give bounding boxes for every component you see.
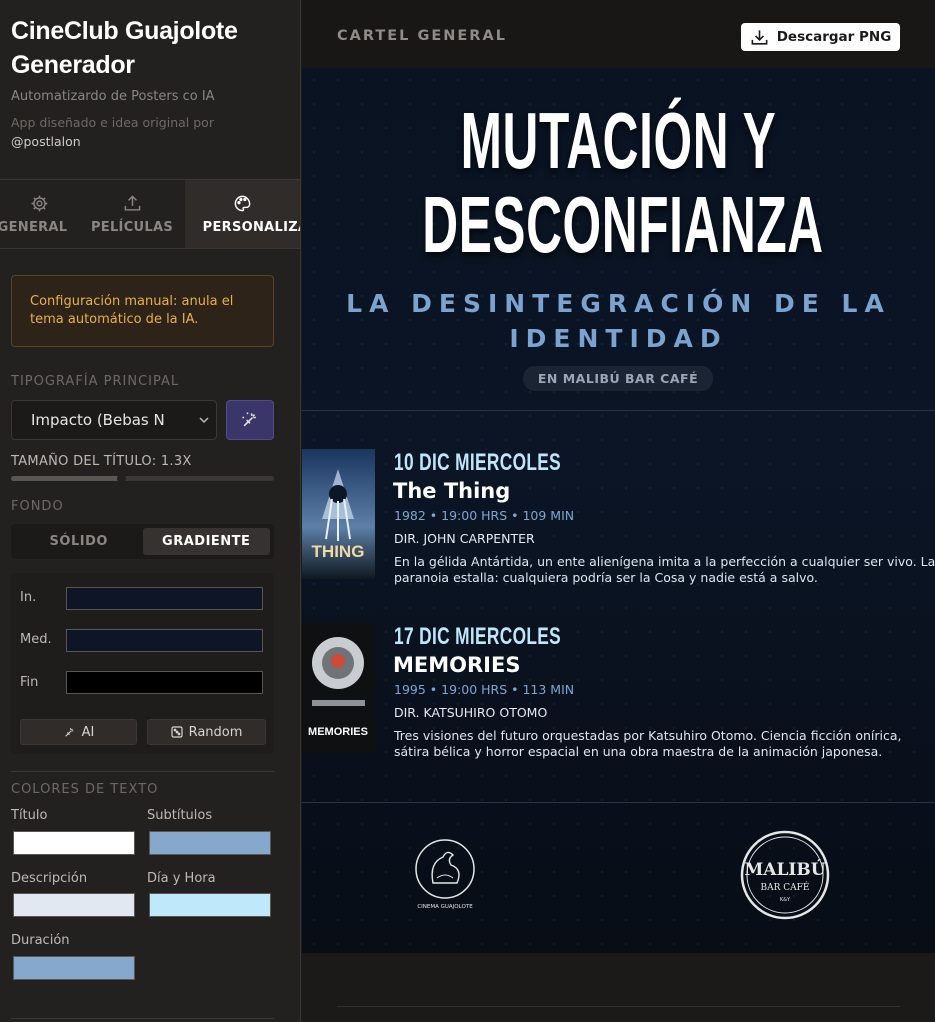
font-select-value: Impacto (Bebas N — [31, 411, 165, 429]
film-date: 10 DIC MIERCOLES — [394, 449, 562, 476]
film-director: DIR. KATSUHIRO OTOMO — [394, 705, 548, 720]
section-divider — [11, 771, 274, 772]
ai-font-button[interactable] — [226, 400, 274, 440]
description-color-swatch[interactable] — [13, 893, 135, 917]
palette-icon — [234, 195, 251, 211]
film-director: DIR. JOHN CARPENTER — [394, 531, 535, 546]
tab-general[interactable]: GENERAL — [0, 180, 79, 248]
main-area: CARTEL GENERAL Descargar PNG MUTACIÓN Y … — [302, 0, 935, 1022]
film-poster-thumbnail: THING — [302, 449, 375, 579]
dice-icon — [170, 726, 183, 738]
film-meta: 1982 • 19:00 HRS • 109 MIN — [394, 508, 575, 523]
section-divider — [11, 1018, 274, 1019]
bg-solid-option[interactable]: SÓLIDO — [15, 528, 143, 555]
tab-peliculas[interactable]: PELÍCULAS — [79, 180, 185, 248]
app-window: CineClub Guajolote Generador Automatizard… — [0, 0, 935, 1022]
font-select[interactable]: Impacto (Bebas N — [11, 400, 217, 440]
title-size-slider[interactable] — [11, 474, 274, 483]
poster-divider — [302, 410, 935, 411]
film-entry: MEMORIES 17 DIC MIERCOLES MEMORIES 1995 … — [302, 623, 935, 763]
app-credit: App diseñado e idea original por @postla… — [11, 113, 289, 151]
manual-config-notice: Configuración manual: anula el tema auto… — [11, 275, 274, 347]
title-size-label: TAMAÑO DEL TÍTULO: 1.3X — [11, 454, 192, 469]
film-title: MEMORIES — [393, 653, 521, 677]
preview-topbar: CARTEL GENERAL Descargar PNG — [302, 0, 935, 68]
film-date: 17 DIC MIERCOLES — [394, 623, 562, 650]
tab-personaliza-label: PERSONALIZA — [202, 219, 300, 235]
gradient-end-label: Fin — [20, 675, 39, 690]
poster-venue-badge: EN MALIBÚ BAR CAFÉ — [523, 366, 713, 391]
app-title: CineClub Guajolote Generador — [11, 17, 238, 79]
datetime-color-label: Día y Hora — [147, 871, 216, 886]
film-poster-thumbnail: MEMORIES — [302, 623, 375, 753]
title-color-swatch[interactable] — [13, 831, 135, 855]
download-icon — [751, 29, 768, 45]
text-colors-label: COLORES DE TEXTO — [11, 782, 159, 797]
film-title: The Thing — [393, 479, 511, 503]
app-tagline: Automatizardo de Posters co IA — [11, 89, 215, 104]
film-poster-lettering: THING — [312, 542, 365, 561]
gradient-ai-button[interactable]: AI — [20, 719, 137, 745]
preview-bottom-area — [302, 953, 935, 1022]
malibu-bar-logo: MALIBÚ BAR CAFÉ K&Y — [740, 830, 830, 920]
title-color-label: Título — [11, 808, 48, 823]
datetime-color-swatch[interactable] — [149, 893, 271, 917]
slider-fill — [11, 476, 122, 481]
download-png-button[interactable]: Descargar PNG — [741, 23, 900, 51]
upload-icon — [124, 194, 140, 211]
gradient-mid-color[interactable] — [66, 629, 263, 652]
film-entry: THING 10 DIC MIERCOLES The Thing 1982 • … — [302, 449, 935, 589]
download-label: Descargar PNG — [776, 29, 892, 45]
poster-divider — [302, 802, 935, 803]
poster-subtitle-line1: LA DESINTEGRACIÓN DE LA — [346, 289, 891, 318]
gradient-mid-label: Med. — [20, 632, 52, 647]
credit-text: App diseñado e idea original por — [11, 115, 214, 130]
brand-header: CineClub Guajolote Generador Automatizard… — [0, 0, 300, 151]
background-label: FONDO — [11, 499, 64, 514]
tab-personaliza[interactable]: PERSONALIZA — [185, 180, 300, 248]
poster-title-line1: MUTACIÓN Y — [460, 96, 777, 185]
settings-tabs: GENERAL PELÍCULAS PERSONALIZA — [0, 179, 300, 249]
slider-knob[interactable] — [117, 474, 127, 483]
poster-preview: MUTACIÓN Y DESCONFIANZA LA DESINTEGRACIÓ… — [302, 68, 935, 953]
gradient-settings: In. Med. Fin AI Random — [11, 573, 274, 754]
gear-icon — [31, 195, 48, 211]
cinema-logo-text: CINEMA GUAJOLOTE — [417, 904, 473, 910]
gradient-ai-label: AI — [81, 724, 95, 740]
magic-wand-icon — [242, 412, 256, 427]
section-divider — [337, 1006, 900, 1007]
film-description: En la gélida Antártida, un ente alieníge… — [394, 554, 935, 585]
background-mode-toggle: SÓLIDO GRADIENTE — [11, 524, 274, 559]
subtitle-color-swatch[interactable] — [149, 831, 271, 855]
gradient-end-color[interactable] — [66, 671, 263, 694]
chevron-down-icon — [199, 417, 209, 424]
cinema-guajolote-logo: CINEMA GUAJOLOTE — [413, 838, 477, 910]
gradient-start-label: In. — [20, 590, 37, 605]
typography-label: TIPOGRAFÍA PRINCIPAL — [11, 374, 180, 389]
duration-color-label: Duración — [11, 933, 70, 948]
bg-gradient-option[interactable]: GRADIENTE — [142, 528, 270, 555]
description-color-label: Descripción — [11, 871, 88, 886]
film-description: Tres visiones del futuro orquestadas por… — [394, 728, 902, 759]
duration-color-swatch[interactable] — [13, 956, 135, 980]
film-meta: 1995 • 19:00 HRS • 113 MIN — [394, 682, 575, 697]
sidebar: CineClub Guajolote Generador Automatizard… — [0, 0, 301, 1022]
tab-general-label: GENERAL — [0, 219, 68, 235]
magic-wand-icon — [64, 727, 73, 737]
gradient-random-label: Random — [188, 724, 243, 740]
credit-handle[interactable]: @postlalon — [11, 134, 81, 149]
poster-subtitle-line2: IDENTIDAD — [509, 324, 728, 353]
subtitle-color-label: Subtítulos — [147, 808, 213, 823]
film-poster-lettering: MEMORIES — [308, 726, 368, 738]
gradient-start-color[interactable] — [66, 587, 263, 610]
poster-title-line2: DESCONFIANZA — [422, 180, 824, 269]
gradient-random-button[interactable]: Random — [147, 719, 266, 745]
preview-section-title: CARTEL GENERAL — [337, 28, 507, 44]
malibu-logo-line3: K&Y — [780, 897, 791, 903]
tab-peliculas-label: PELÍCULAS — [90, 219, 174, 235]
malibu-logo-line2: BAR CAFÉ — [761, 881, 810, 893]
malibu-logo-line1: MALIBÚ — [744, 859, 825, 880]
